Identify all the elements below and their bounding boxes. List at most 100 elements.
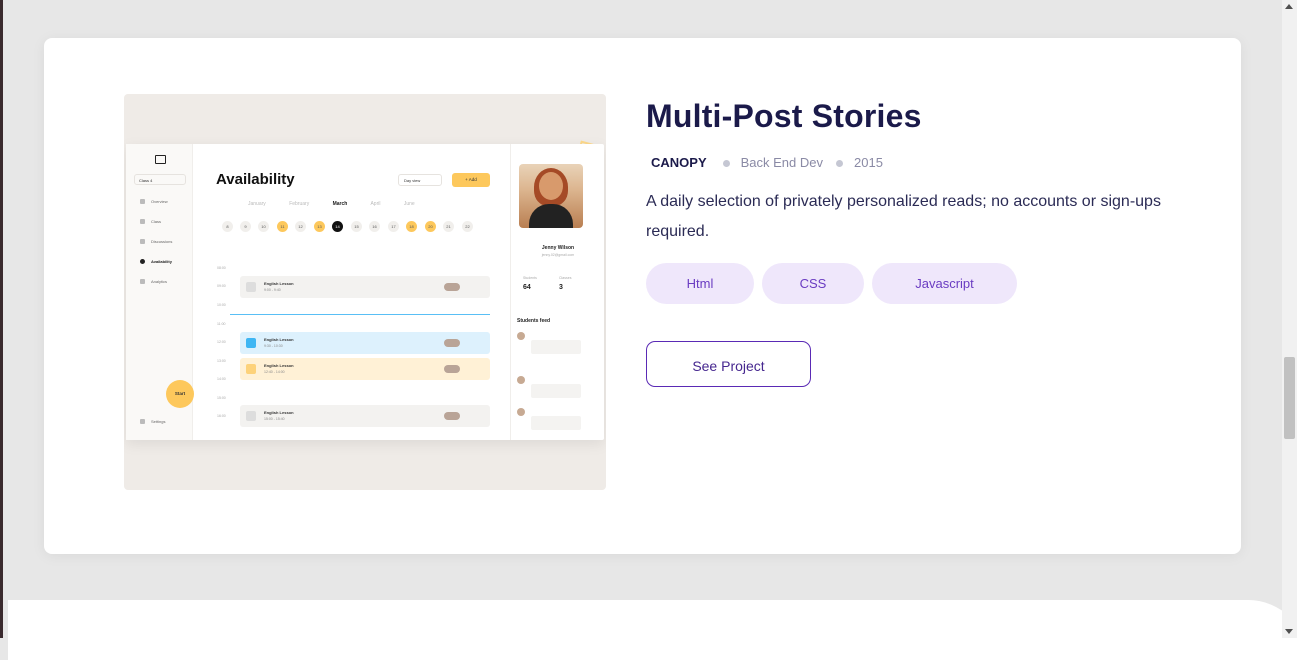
project-preview-image: Class 4 Overview Class Discussions Avail…	[124, 94, 606, 490]
day: 18	[406, 221, 417, 232]
scrollbar[interactable]	[1282, 0, 1297, 638]
project-role: Back End Dev	[740, 155, 823, 170]
lesson-icon	[246, 411, 256, 421]
avatars	[444, 365, 460, 373]
lesson-card: English Lesson 12:40 - 14:00	[240, 358, 490, 380]
lesson-card: English Lesson 15:00 - 15:40	[240, 405, 490, 427]
nav-label: Analytics	[151, 279, 168, 284]
project-title: Multi-Post Stories	[646, 98, 922, 134]
preview-nav-settings: Settings	[140, 419, 166, 425]
time-label: 09:00	[217, 284, 226, 288]
month-active: March	[332, 201, 348, 207]
preview-nav-class: Class	[140, 219, 162, 225]
time-label: 08:00	[217, 266, 226, 270]
feed-bubble	[531, 384, 581, 398]
time-label: 13:00	[217, 359, 226, 363]
user-icon	[140, 259, 145, 265]
day-view-select: Day view	[398, 174, 442, 186]
next-project-card	[8, 600, 1297, 660]
day: 9	[240, 221, 251, 232]
time-label: 16:00	[217, 414, 226, 418]
scroll-up-icon[interactable]	[1285, 4, 1293, 9]
chat-icon	[140, 239, 145, 245]
day: 22	[462, 221, 473, 232]
avatars	[444, 283, 460, 291]
day-selected: 14	[332, 221, 343, 232]
month: June	[403, 201, 415, 207]
separator-dot	[836, 159, 843, 167]
day: 12	[295, 221, 306, 232]
time-label: 10:00	[217, 303, 226, 307]
day: 21	[443, 221, 454, 232]
feed-avatar	[517, 376, 525, 384]
project-card: Class 4 Overview Class Discussions Avail…	[44, 38, 1241, 554]
tag-html: Html	[646, 263, 754, 304]
avatars	[444, 412, 460, 420]
profile-name: Jenny Wilson	[541, 245, 575, 251]
day: 13	[314, 221, 325, 232]
current-time-line	[230, 314, 490, 315]
time-label: 15:00	[217, 396, 226, 400]
lesson-title: English Lesson	[264, 281, 294, 286]
preview-nav-availability: Availability	[140, 259, 172, 265]
lesson-card: English Lesson 9:00 - 9:40	[240, 276, 490, 298]
month: January	[248, 201, 266, 207]
nav-label: Overview	[151, 199, 168, 204]
add-button-preview: + Add	[452, 173, 490, 187]
start-button-preview: Start	[166, 380, 194, 408]
project-client: CANOPY	[651, 155, 707, 170]
lesson-icon	[246, 364, 256, 374]
lesson-title: English Lesson	[264, 337, 294, 342]
lesson-time: 9:00 - 9:40	[264, 288, 281, 292]
month: April	[370, 201, 381, 207]
day: 20	[425, 221, 436, 232]
class-select: Class 4	[134, 174, 186, 185]
preview-nav-overview: Overview	[140, 199, 168, 205]
lesson-time: 12:40 - 14:00	[264, 370, 285, 374]
lesson-title: English Lesson	[264, 410, 294, 415]
nav-label: Availability	[151, 259, 172, 264]
lesson-icon	[246, 338, 256, 348]
preview-app-window: Class 4 Overview Class Discussions Avail…	[126, 144, 604, 440]
day: 10	[258, 221, 269, 232]
time-label: 14:00	[217, 377, 226, 381]
tag-javascript: Javascript	[872, 263, 1017, 304]
profile-email: jenny.02@gmail.com	[541, 253, 575, 257]
month: February	[289, 201, 310, 207]
separator-dot	[722, 159, 730, 167]
nav-label: Settings	[151, 419, 166, 424]
feed-bubble	[531, 340, 581, 354]
preview-nav-discussions: Discussions	[140, 239, 172, 245]
see-project-button[interactable]: See Project	[646, 341, 811, 387]
day: 16	[369, 221, 380, 232]
students-label: Students	[523, 276, 537, 280]
lesson-icon	[246, 282, 256, 292]
time-label: 11:00	[217, 322, 226, 326]
students-value: 64	[523, 284, 531, 291]
avatars	[444, 339, 460, 347]
photo-face	[539, 172, 563, 200]
feed-title: Students feed	[517, 318, 551, 324]
scroll-down-icon[interactable]	[1285, 629, 1293, 634]
project-meta: CANOPY Back End Dev 2015	[651, 155, 883, 170]
feed-bubble	[531, 416, 581, 430]
day: 17	[388, 221, 399, 232]
preview-heading: Availability	[216, 171, 295, 188]
class-icon	[140, 219, 145, 225]
laptop-icon	[155, 155, 166, 164]
day: 8	[222, 221, 233, 232]
lesson-title: English Lesson	[264, 363, 294, 368]
project-year: 2015	[854, 155, 883, 170]
scroll-thumb[interactable]	[1284, 357, 1295, 439]
tag-css: CSS	[762, 263, 864, 304]
feed-avatar	[517, 332, 525, 340]
classes-value: 3	[559, 284, 563, 291]
preview-nav-analytics: Analytics	[140, 279, 168, 285]
day: 15	[351, 221, 362, 232]
month-row: January February March April June	[248, 201, 415, 207]
nav-label: Class	[151, 219, 162, 224]
lesson-time: 9:30 - 10:30	[264, 344, 283, 348]
gear-icon	[140, 419, 145, 425]
project-description: A daily selection of privately personali…	[646, 193, 1161, 240]
day: 11	[277, 221, 288, 232]
